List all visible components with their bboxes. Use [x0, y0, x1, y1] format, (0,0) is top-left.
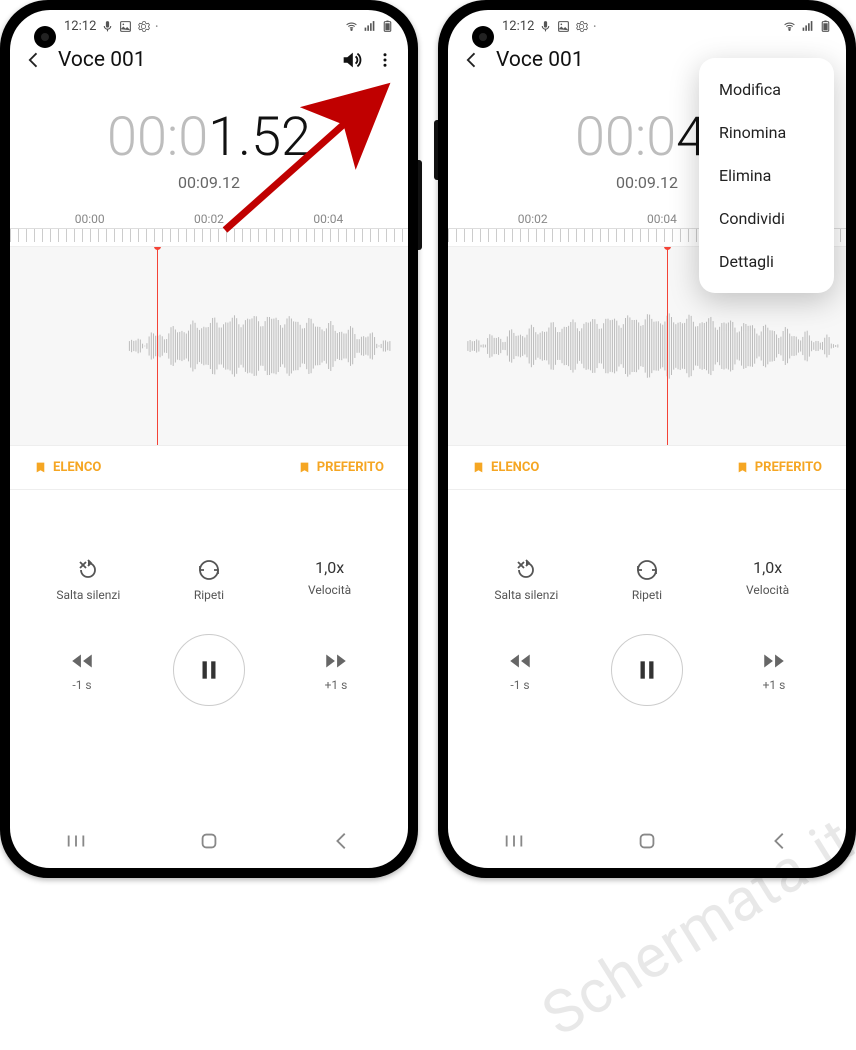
menu-item-share[interactable]: Condividi — [699, 197, 834, 240]
forward-label: +1 s — [763, 678, 786, 692]
annotation-arrow — [210, 80, 400, 240]
skip-silence-button[interactable]: Salta silenzi — [471, 558, 581, 602]
status-bar: 12:12 • — [10, 10, 408, 42]
timer-dim: 00:0 — [575, 106, 676, 169]
options-row: Salta silenzi Ripeti 1,0x Velocità — [448, 558, 846, 602]
transport-row: -1 s +1 s — [10, 634, 408, 706]
skip-silence-button[interactable]: Salta silenzi — [33, 558, 143, 602]
gear-icon — [575, 20, 588, 33]
overflow-menu: Modifica Rinomina Elimina Condividi Dett… — [699, 58, 834, 293]
playhead[interactable] — [157, 247, 158, 445]
waveform[interactable] — [10, 246, 408, 446]
menu-item-edit[interactable]: Modifica — [699, 68, 834, 111]
repeat-label: Ripeti — [632, 588, 662, 602]
speed-button[interactable]: 1,0x Velocità — [275, 558, 385, 597]
pause-button[interactable] — [611, 634, 683, 706]
forward-label: +1 s — [325, 678, 348, 692]
list-tag-label: ELENCO — [53, 460, 101, 475]
transport-row: -1 s +1 s — [448, 634, 846, 706]
more-menu-icon[interactable] — [376, 49, 394, 71]
ruler-label: 00:02 — [518, 212, 548, 226]
rewind-button[interactable]: -1 s — [507, 648, 533, 692]
ruler-label: 00:04 — [647, 212, 677, 226]
phone-frame-left: 12:12 • Voce 001 00:01.52 00:09.12 — [0, 0, 418, 878]
recents-icon[interactable] — [503, 830, 525, 852]
menu-item-delete[interactable]: Elimina — [699, 154, 834, 197]
timer-dim: 00:0 — [107, 106, 208, 169]
phone-frame-right: 12:12 • Voce 001 00:04. 00:09.12 00:02 — [438, 0, 856, 878]
list-tag[interactable]: ELENCO — [472, 460, 539, 475]
speed-label: Velocità — [746, 583, 789, 597]
tag-bar: ELENCO PREFERITO — [448, 446, 846, 490]
ruler-label: 00:00 — [75, 212, 105, 226]
battery-icon — [819, 20, 832, 33]
rewind-label: -1 s — [510, 678, 529, 692]
favorite-tag-label: PREFERITO — [755, 460, 822, 475]
gear-icon — [137, 20, 150, 33]
android-nav-bar — [10, 822, 408, 860]
speed-value: 1,0x — [315, 558, 344, 577]
image-icon — [557, 20, 570, 33]
mic-icon — [101, 20, 114, 33]
status-dot: • — [593, 22, 596, 31]
status-bar: 12:12 • — [448, 10, 846, 42]
screen-right: 12:12 • Voce 001 00:04. 00:09.12 00:02 — [448, 10, 846, 868]
image-icon — [119, 20, 132, 33]
back-icon[interactable] — [24, 50, 44, 70]
favorite-tag[interactable]: PREFERITO — [736, 460, 822, 475]
wifi-icon — [345, 20, 358, 33]
android-nav-bar — [448, 822, 846, 860]
nav-back-icon[interactable] — [331, 830, 353, 852]
rewind-label: -1 s — [72, 678, 91, 692]
speed-value: 1,0x — [753, 558, 782, 577]
tag-bar: ELENCO PREFERITO — [10, 446, 408, 490]
forward-button[interactable]: +1 s — [761, 648, 787, 692]
rewind-button[interactable]: -1 s — [69, 648, 95, 692]
page-title: Voce 001 — [58, 48, 326, 72]
signal-icon — [801, 20, 814, 33]
screen-left: 12:12 • Voce 001 00:01.52 00:09.12 — [10, 10, 408, 868]
forward-button[interactable]: +1 s — [323, 648, 349, 692]
list-tag[interactable]: ELENCO — [34, 460, 101, 475]
skip-silence-label: Salta silenzi — [494, 588, 558, 602]
home-icon[interactable] — [198, 830, 220, 852]
nav-back-icon[interactable] — [769, 830, 791, 852]
status-time: 12:12 — [502, 19, 534, 34]
camera-punchhole — [472, 26, 494, 48]
repeat-label: Ripeti — [194, 588, 224, 602]
camera-punchhole — [34, 26, 56, 48]
menu-item-rename[interactable]: Rinomina — [699, 111, 834, 154]
recents-icon[interactable] — [65, 830, 87, 852]
status-time: 12:12 — [64, 19, 96, 34]
app-bar: Voce 001 — [10, 42, 408, 82]
repeat-button[interactable]: Ripeti — [592, 558, 702, 602]
back-icon[interactable] — [462, 50, 482, 70]
skip-silence-label: Salta silenzi — [56, 588, 120, 602]
menu-item-details[interactable]: Dettagli — [699, 240, 834, 283]
favorite-tag[interactable]: PREFERITO — [298, 460, 384, 475]
status-dot: • — [155, 22, 158, 31]
wifi-icon — [783, 20, 796, 33]
speed-button[interactable]: 1,0x Velocità — [713, 558, 823, 597]
home-icon[interactable] — [636, 830, 658, 852]
speed-label: Velocità — [308, 583, 351, 597]
options-row: Salta silenzi Ripeti 1,0x Velocità — [10, 558, 408, 602]
battery-icon — [381, 20, 394, 33]
list-tag-label: ELENCO — [491, 460, 539, 475]
favorite-tag-label: PREFERITO — [317, 460, 384, 475]
mic-icon — [539, 20, 552, 33]
speaker-icon[interactable] — [340, 49, 362, 71]
repeat-button[interactable]: Ripeti — [154, 558, 264, 602]
pause-button[interactable] — [173, 634, 245, 706]
playhead[interactable] — [667, 247, 668, 445]
signal-icon — [363, 20, 376, 33]
